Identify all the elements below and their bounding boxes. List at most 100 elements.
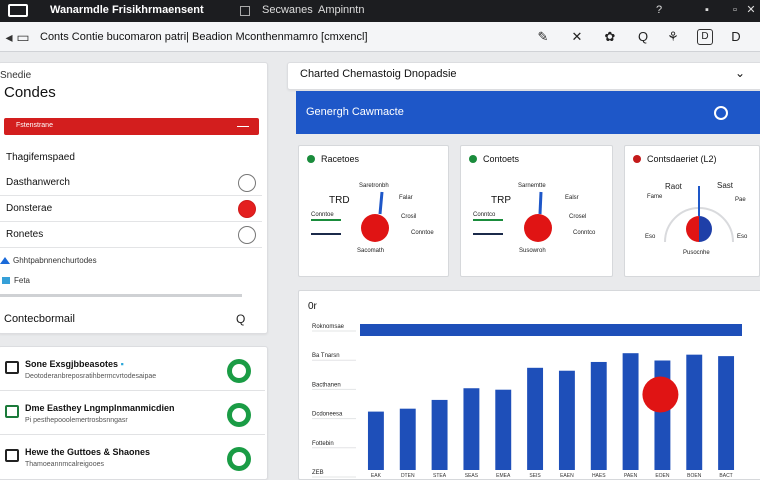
bar xyxy=(495,389,512,470)
url-field[interactable]: Conts Contie bucomaron patri| Beadion Mc… xyxy=(40,31,368,43)
x-tick-label: HAES xyxy=(592,473,606,479)
info-text: Feta xyxy=(14,276,31,285)
x-tick-label: BACT xyxy=(719,473,732,479)
toggle-switch[interactable] xyxy=(227,403,251,427)
gauge-needle xyxy=(538,191,543,215)
gauge-caption: Conntoe xyxy=(411,230,434,236)
close-tool-icon[interactable]: ✕ xyxy=(569,29,585,45)
minimize-icon[interactable]: ▪ xyxy=(700,3,714,17)
bar xyxy=(431,399,448,470)
warning-icon xyxy=(0,257,10,264)
y-tick-label: Roknomsae xyxy=(312,324,345,330)
window-icon[interactable]: ▭ xyxy=(14,28,32,46)
gauge-graphic xyxy=(664,186,734,243)
gauge-caption: Eso xyxy=(645,234,656,240)
y-tick-label: Bacthanen xyxy=(312,382,341,388)
bar xyxy=(367,411,384,470)
bar xyxy=(590,361,607,470)
monitor-icon xyxy=(5,449,19,462)
y-tick-label: Ba Tnarsn xyxy=(312,353,340,359)
menu-link-1[interactable]: Secwanes xyxy=(262,4,313,16)
divider xyxy=(0,294,242,297)
radio-button-selected[interactable] xyxy=(238,200,256,218)
bar xyxy=(622,353,639,470)
grid-icon xyxy=(5,405,19,418)
gauge-card[interactable]: Racetoes Saretronbh TRD Falar Crosil Con… xyxy=(298,145,449,277)
refresh-icon[interactable] xyxy=(714,106,728,120)
gauge-caption: Sacomath xyxy=(357,248,385,254)
gauge-caption: Crosel xyxy=(569,214,587,220)
bar xyxy=(718,356,735,470)
option-label: Donsterae xyxy=(6,203,53,214)
gauge-caption: Susowroh xyxy=(519,248,546,254)
list-item-title: Sone Exsgjbbeasotes xyxy=(25,359,119,369)
search-icon[interactable]: Q xyxy=(236,312,245,326)
gauge-card[interactable]: Contsdaeriet (L2) Raot Sast Fame Pae Eso… xyxy=(624,145,760,277)
gauge-indicator-blue xyxy=(699,216,712,242)
plant-icon[interactable]: ⚘ xyxy=(665,29,681,45)
list-item-subtitle: Thamoeannmcalreigooes xyxy=(25,461,104,468)
gauge-caption: Sarnemtte xyxy=(518,183,546,189)
y-tick-label: Dcdoneesa xyxy=(312,412,343,418)
app-logo-icon xyxy=(8,4,28,17)
bar xyxy=(399,408,416,470)
menu-link-2[interactable]: Ampinntn xyxy=(318,4,364,16)
list-item[interactable]: Sone Exsgjbbeasotes ▪ Deotoderanbreposra… xyxy=(0,347,265,391)
maximize-icon[interactable]: ▫ xyxy=(728,3,742,17)
option-row[interactable]: Ronetes xyxy=(0,222,262,248)
flower-icon[interactable]: ✿ xyxy=(602,29,618,45)
x-tick-label: EAEN xyxy=(560,473,574,479)
list-item[interactable]: Hewe the Guttoes & Shaones Thamoeannmcal… xyxy=(0,435,265,479)
gauge-caption: Eso xyxy=(737,234,748,240)
list-item[interactable]: Dme Easthey Lngmplnmanmicdien Pi pesthep… xyxy=(0,391,265,435)
option-row[interactable]: Donsterae xyxy=(0,196,262,222)
gauge-caption: Crosil xyxy=(401,214,417,220)
x-tick-label: EAK xyxy=(371,473,382,479)
info-row: Feta xyxy=(2,276,30,285)
chart-top-band xyxy=(360,324,742,336)
info-row: Ghhtpabnnenchurtodes xyxy=(0,256,97,265)
search-label[interactable]: Contecbormail xyxy=(4,313,75,325)
list-item-title: Dme Easthey Lngmplnmanmicdien xyxy=(25,403,175,413)
toggle-switch[interactable] xyxy=(227,447,251,471)
search-icon[interactable]: Q xyxy=(635,29,651,45)
x-tick-label: BOEN xyxy=(687,473,702,479)
gauge-legend: Conntco xyxy=(473,212,496,218)
gauge-caption: Ealsr xyxy=(565,195,579,201)
download-icon[interactable]: D xyxy=(728,29,744,45)
toggle-switch[interactable] xyxy=(227,359,251,383)
primary-action-bar[interactable]: Fstenstrane xyxy=(4,118,259,135)
window-title-bar: Wanarmdle Frisikhrmaensent Secwanes Ampi… xyxy=(0,0,760,22)
gauge-card[interactable]: Contoets Sarnemtte TRP Ealsr Crosel Conn… xyxy=(460,145,613,277)
radio-button[interactable] xyxy=(238,226,256,244)
gauge-caption: Pusocnhe xyxy=(683,250,710,256)
list-item-title: Hewe the Guttoes & Shaones xyxy=(25,447,151,457)
document-icon[interactable]: D xyxy=(697,29,713,45)
help-icon[interactable]: ? xyxy=(652,3,666,17)
window-icon xyxy=(5,361,19,374)
chevron-down-icon[interactable]: ⌄ xyxy=(735,66,745,80)
gauge-value: TRP xyxy=(491,195,511,206)
section-header: Thagifemspaed xyxy=(6,152,75,163)
edit-icon[interactable]: ✎ xyxy=(535,29,551,45)
bar-chart: Roknomsae Ba Tnarsn Bacthanen Dcdoneesa Fott… xyxy=(312,324,742,479)
option-label: Dasthanwerch xyxy=(6,177,70,188)
gauge-value: TRD xyxy=(329,195,350,206)
list-item-subtitle: Pi pesthepooolemertrosbsnngasr xyxy=(25,417,128,424)
y-tick-label: ZEB xyxy=(312,470,324,476)
tab-icon[interactable] xyxy=(240,6,250,16)
y-tick-label: Fottebin xyxy=(312,441,334,447)
highlight-marker xyxy=(642,376,679,413)
settings-list: Sone Exsgjbbeasotes ▪ Deotoderanbreposra… xyxy=(0,346,268,480)
gauge-indicator xyxy=(361,214,389,242)
x-tick-label: STEA xyxy=(433,473,447,479)
address-bar: ◂ ▭ Conts Contie bucomaron patri| Beadio… xyxy=(0,22,760,52)
x-tick-label: SEAS xyxy=(465,473,479,479)
dashboard-title: Charted Chemastoig Dnopadsie xyxy=(300,68,457,80)
option-row[interactable]: Dasthanwerch xyxy=(0,170,262,196)
bar xyxy=(527,367,544,470)
gauge-caption: Pae xyxy=(735,197,746,203)
close-icon[interactable]: ✕ xyxy=(744,3,758,17)
gauge-needle xyxy=(378,191,384,215)
radio-button[interactable] xyxy=(238,174,256,192)
